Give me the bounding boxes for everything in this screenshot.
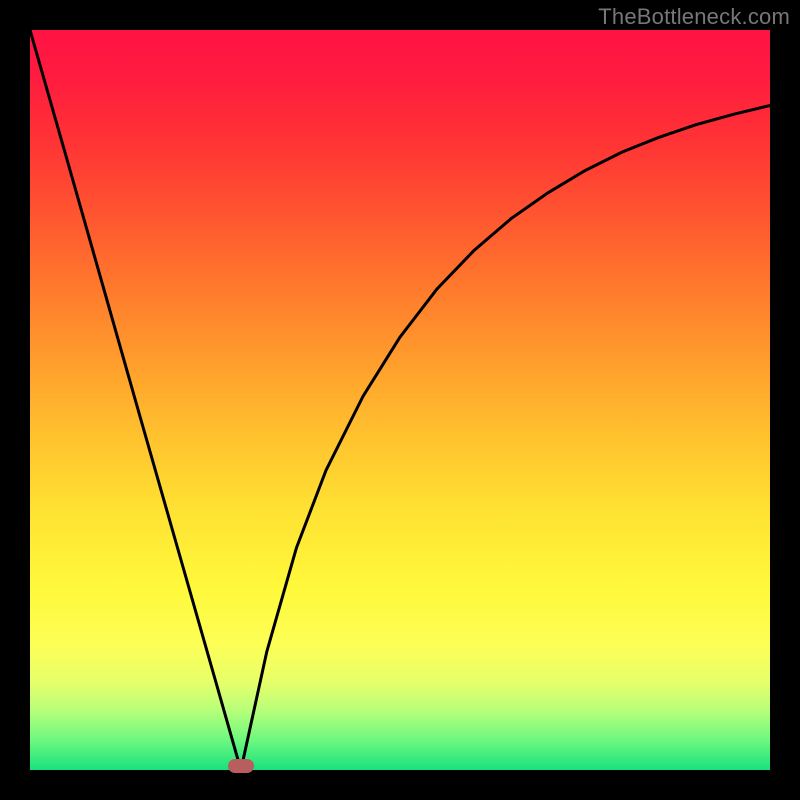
- curve-svg: [30, 30, 770, 770]
- minimum-marker: [228, 759, 254, 773]
- chart-frame: TheBottleneck.com: [0, 0, 800, 800]
- plot-area: [30, 30, 770, 770]
- curve-right-branch: [241, 106, 770, 771]
- watermark-text: TheBottleneck.com: [598, 4, 790, 30]
- curve-left-branch: [30, 30, 241, 770]
